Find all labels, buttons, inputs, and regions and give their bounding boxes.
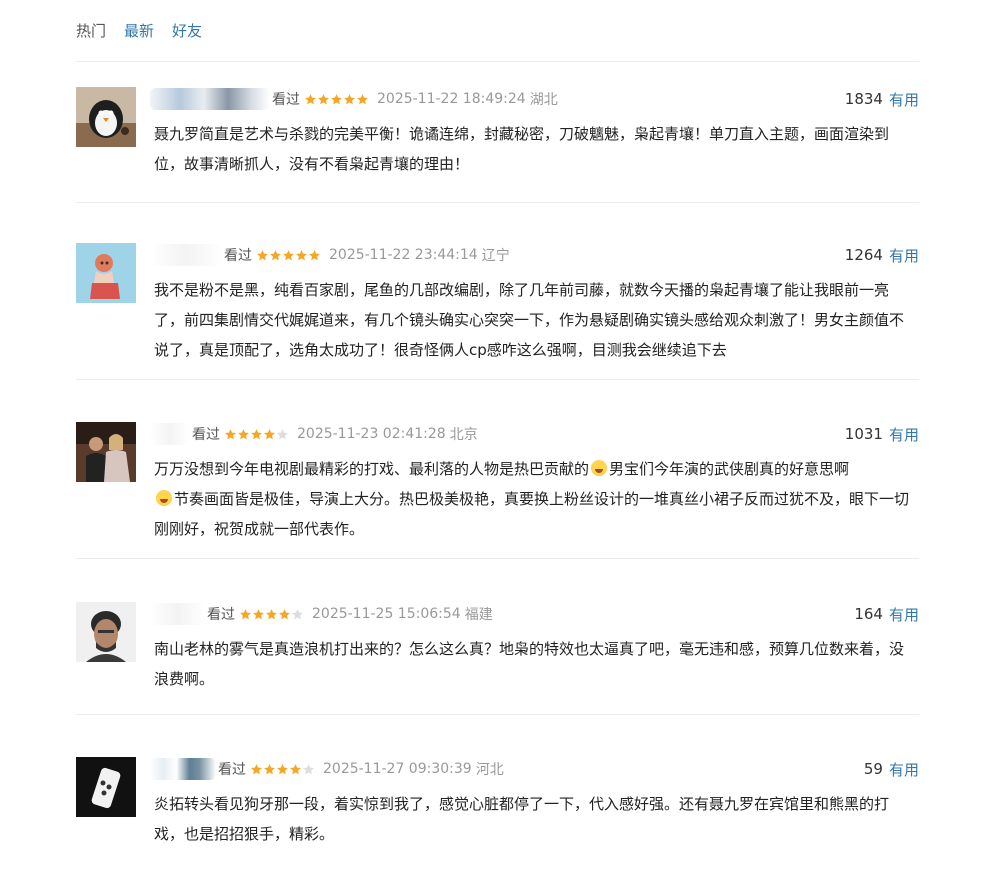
useful-button[interactable]: 有用 <box>889 89 919 110</box>
couple-photo-icon <box>76 422 136 482</box>
star-filled-icon <box>264 428 275 439</box>
star-filled-icon <box>331 93 342 104</box>
comment-time: 2025-11-27 09:30:39 <box>323 761 472 777</box>
vote-count: 1031 <box>844 425 883 443</box>
useful-button[interactable]: 有用 <box>889 604 919 625</box>
watched-label: 看过 <box>207 607 235 623</box>
rating-stars <box>224 428 289 441</box>
comment-text-part: 节奏画面皆是极佳，导演上大分。热巴极美极艳，真要换上粉丝设计的一堆真丝小裙子反而… <box>154 490 910 538</box>
divider <box>76 379 919 380</box>
rating-stars <box>250 763 315 776</box>
comment-text: 万万没想到今年电视剧最精彩的打戏、最利落的人物是热巴贡献的 男宝们今年演的武侠剧真… <box>154 454 916 544</box>
useful-button[interactable]: 有用 <box>889 245 919 266</box>
divider <box>76 714 919 715</box>
comment-location: 北京 <box>449 427 478 443</box>
comment-text-part: 万万没想到今年电视剧最精彩的打戏、最利落的人物是热巴贡献的 <box>154 460 590 478</box>
comment-meta: 看过 2025-11-22 18:49:24 湖北 <box>150 87 558 111</box>
watched-label: 看过 <box>224 248 252 264</box>
star-filled-icon <box>290 763 301 774</box>
star-filled-icon <box>357 93 368 104</box>
comment-meta: 看过 2025-11-27 09:30:39 河北 <box>150 757 504 781</box>
username-blurred[interactable] <box>150 423 190 445</box>
comment-meta: 看过 2025-11-22 23:44:14 辽宁 <box>150 243 510 267</box>
vote-count: 59 <box>863 760 883 778</box>
useful-button[interactable]: 有用 <box>889 424 919 445</box>
comment-time: 2025-11-22 23:44:14 <box>329 247 478 263</box>
star-filled-icon <box>225 428 236 439</box>
star-filled-icon <box>270 249 281 260</box>
username-blurred[interactable] <box>150 244 222 266</box>
divider <box>76 202 919 203</box>
star-filled-icon <box>279 608 290 619</box>
star-filled-icon <box>344 93 355 104</box>
man-portrait-icon <box>76 602 136 662</box>
tab-friends[interactable]: 好友 <box>172 20 202 41</box>
star-empty-icon <box>303 763 314 774</box>
star-filled-icon <box>251 428 262 439</box>
avatar[interactable] <box>76 243 136 303</box>
star-empty-icon <box>277 428 288 439</box>
star-filled-icon <box>266 608 277 619</box>
sort-tabs: 热门 最新 好友 <box>76 20 202 41</box>
laughing-emoji-icon <box>591 460 608 476</box>
vote-count: 1834 <box>844 90 883 108</box>
star-filled-icon <box>296 249 307 260</box>
rating-stars <box>304 93 369 106</box>
avatar[interactable] <box>76 422 136 482</box>
grinning-emoji-icon <box>156 490 172 506</box>
vote-area: 59 有用 <box>864 757 919 781</box>
comment-meta: 看过 2025-11-25 15:06:54 福建 <box>150 602 493 626</box>
vote-area: 1264 有用 <box>845 243 919 267</box>
vote-count: 1264 <box>844 246 883 264</box>
star-filled-icon <box>305 93 316 104</box>
watched-label: 看过 <box>218 762 246 778</box>
avatar[interactable] <box>76 87 136 147</box>
star-empty-icon <box>292 608 303 619</box>
username-blurred[interactable] <box>150 758 216 780</box>
useful-button[interactable]: 有用 <box>889 759 919 780</box>
star-filled-icon <box>283 249 294 260</box>
tab-latest[interactable]: 最新 <box>124 20 154 41</box>
comment-meta: 看过 2025-11-23 02:41:28 北京 <box>150 422 478 446</box>
username-blurred[interactable] <box>150 603 205 625</box>
avatar[interactable] <box>76 602 136 662</box>
comment-location: 辽宁 <box>481 248 510 264</box>
star-filled-icon <box>257 249 268 260</box>
comment-location: 福建 <box>464 607 493 623</box>
star-filled-icon <box>238 428 249 439</box>
star-filled-icon <box>253 608 264 619</box>
penguin-plush-icon <box>76 87 136 147</box>
vote-area: 1031 有用 <box>845 422 919 446</box>
comment-location: 河北 <box>475 762 504 778</box>
vote-area: 164 有用 <box>854 602 919 626</box>
comment-location: 湖北 <box>529 92 558 108</box>
comment-time: 2025-11-25 15:06:54 <box>312 606 461 622</box>
star-filled-icon <box>240 608 251 619</box>
rating-stars <box>256 249 321 262</box>
vote-count: 164 <box>854 605 883 623</box>
divider <box>76 61 919 62</box>
comment-text: 南山老林的雾气是真造浪机打出来的？怎么这么真？地枭的特效也太逼真了吧，毫无违和感… <box>154 640 905 688</box>
vote-area: 1834 有用 <box>845 87 919 111</box>
avatar[interactable] <box>76 757 136 817</box>
star-filled-icon <box>251 763 262 774</box>
tab-hot[interactable]: 热门 <box>76 20 106 41</box>
star-filled-icon <box>264 763 275 774</box>
comment-text-part: 男宝们今年演的武侠剧真的好意思啊 <box>609 460 850 478</box>
divider <box>76 558 919 559</box>
star-filled-icon <box>277 763 288 774</box>
comment-text: 聂九罗简直是艺术与杀戮的完美平衡！诡谲连绵，封藏秘密，刀破魑魅，枭起青壤！单刀直… <box>154 125 890 173</box>
rating-stars <box>239 608 304 621</box>
comment-time: 2025-11-22 18:49:24 <box>377 91 526 107</box>
watched-label: 看过 <box>272 92 300 108</box>
username-blurred[interactable] <box>150 88 270 110</box>
cup-icon <box>76 757 136 817</box>
comment-text: 我不是粉不是黑，纯看百家剧，尾鱼的几部改编剧，除了几年前司藤，就数今天播的枭起青… <box>154 281 905 359</box>
figurine-icon <box>76 243 136 303</box>
comment-time: 2025-11-23 02:41:28 <box>297 426 446 442</box>
star-filled-icon <box>309 249 320 260</box>
watched-label: 看过 <box>192 427 220 443</box>
star-filled-icon <box>318 93 329 104</box>
comment-text: 炎拓转头看见狗牙那一段，着实惊到我了，感觉心脏都停了一下，代入感好强。还有聂九罗… <box>154 795 890 843</box>
